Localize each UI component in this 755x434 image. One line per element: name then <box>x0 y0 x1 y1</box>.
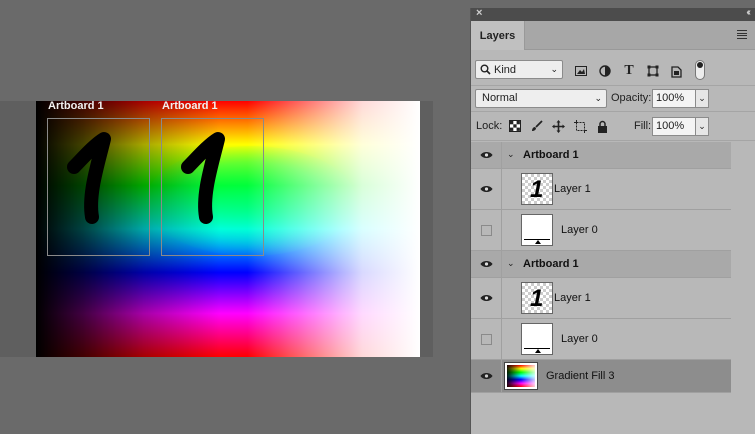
layer-thumbnail[interactable]: 1 <box>521 282 553 314</box>
lock-label: Lock: <box>476 120 503 132</box>
blend-mode-select[interactable]: Normal ⌄ <box>475 89 607 108</box>
layer-row[interactable]: 1 Layer 1 <box>471 278 731 319</box>
type-filter-icon[interactable]: T <box>622 63 636 78</box>
layer-thumbnail[interactable] <box>521 323 553 355</box>
fill-label: Fill: <box>634 120 652 132</box>
fill-dropdown[interactable]: ⌄ <box>695 117 709 136</box>
lock-all-icon[interactable] <box>595 119 609 133</box>
image-filter-icon[interactable] <box>574 64 588 78</box>
panel-footer <box>471 398 755 434</box>
close-icon[interactable]: × <box>476 7 482 19</box>
visibility-toggle[interactable] <box>471 169 502 209</box>
chevron-down-icon[interactable]: ⌄ <box>507 149 515 160</box>
layer-row-selected[interactable]: Gradient Fill 3 <box>471 360 731 393</box>
blend-row: Normal ⌄ Opacity: 100% ⌄ <box>471 86 755 112</box>
filter-row: Kind ⌄ T <box>471 52 755 86</box>
filter-toggle[interactable] <box>695 60 705 80</box>
layer-thumbnail[interactable]: 1 <box>521 173 553 205</box>
eye-icon <box>480 261 492 267</box>
shape-filter-icon[interactable] <box>646 64 660 78</box>
visibility-toggle[interactable] <box>471 251 502 277</box>
filter-kind-label: Kind <box>494 63 517 76</box>
artboard-lock-icon[interactable] <box>573 119 587 133</box>
canvas-area[interactable]: Artboard 1 Artboard 1 <box>0 0 466 434</box>
visibility-toggle[interactable] <box>471 210 502 250</box>
chevron-down-icon: ⌄ <box>594 93 602 103</box>
blend-mode-value: Normal <box>482 92 518 104</box>
layer-name: Layer 1 <box>554 292 591 304</box>
collapse-icon[interactable]: ‹‹ <box>746 7 750 18</box>
layer-group-row[interactable]: ⌄ Artboard 1 <box>471 142 731 169</box>
adjustment-filter-icon[interactable] <box>598 64 612 78</box>
thumbnail-artboard-marker <box>535 349 541 353</box>
lock-row: Lock: Fill: 100% ⌄ <box>471 112 755 141</box>
panel-menu-icon[interactable] <box>737 30 747 39</box>
eye-icon <box>480 295 492 301</box>
eye-icon <box>480 186 492 192</box>
artboard-label[interactable]: Artboard 1 <box>48 100 104 112</box>
gradient-fill-thumbnail[interactable] <box>504 362 538 390</box>
thumbnail-artboard-marker <box>535 240 541 244</box>
layer-row[interactable]: Layer 0 <box>471 210 731 251</box>
hidden-visibility-box <box>480 224 492 236</box>
filter-kind-select[interactable]: Kind ⌄ <box>475 60 563 79</box>
hidden-visibility-box <box>480 333 492 345</box>
lock-transparency-icon[interactable] <box>508 119 522 133</box>
tab-layers[interactable]: Layers <box>471 21 525 50</box>
move-icon[interactable] <box>551 119 565 133</box>
eye-icon <box>480 373 492 379</box>
visibility-toggle[interactable] <box>471 360 502 392</box>
opacity-field[interactable]: 100% <box>652 89 696 108</box>
artboard-frame[interactable] <box>47 118 150 256</box>
thumbnail-digit: 1 <box>530 285 544 312</box>
artboard-label[interactable]: Artboard 1 <box>162 100 218 112</box>
artboard-frame[interactable] <box>161 118 264 256</box>
layer-name: Layer 1 <box>554 183 591 195</box>
visibility-toggle[interactable] <box>471 142 502 168</box>
chevron-down-icon: ⌄ <box>550 64 558 74</box>
layer-name: Layer 0 <box>561 224 598 236</box>
layer-name: Layer 0 <box>561 333 598 345</box>
smart-object-filter-icon[interactable] <box>669 64 683 78</box>
search-icon <box>480 64 491 75</box>
layer-name: Artboard 1 <box>523 258 579 270</box>
panel-title-bar: × ‹‹ <box>471 7 755 21</box>
digit-one-stroke <box>67 132 111 224</box>
layers-panel: × ‹‹ Layers Kind ⌄ T Normal ⌄ Opacity: 1… <box>470 7 755 434</box>
eye-icon <box>480 152 492 158</box>
layer-group-row[interactable]: ⌄ Artboard 1 <box>471 251 731 278</box>
digit-one-stroke <box>181 132 225 224</box>
brush-icon[interactable] <box>530 119 544 133</box>
layer-name: Artboard 1 <box>523 149 579 161</box>
opacity-dropdown[interactable]: ⌄ <box>695 89 709 108</box>
layer-row[interactable]: 1 Layer 1 <box>471 169 731 210</box>
opacity-label: Opacity: <box>611 92 652 104</box>
layer-row[interactable]: Layer 0 <box>471 319 731 360</box>
fill-field[interactable]: 100% <box>652 117 696 136</box>
visibility-toggle[interactable] <box>471 278 502 318</box>
thumbnail-digit: 1 <box>530 176 544 203</box>
layer-thumbnail[interactable] <box>521 214 553 246</box>
chevron-down-icon[interactable]: ⌄ <box>507 258 515 269</box>
visibility-toggle[interactable] <box>471 319 502 359</box>
panel-tab-bar: Layers <box>471 21 755 50</box>
layer-name: Gradient Fill 3 <box>546 370 615 382</box>
